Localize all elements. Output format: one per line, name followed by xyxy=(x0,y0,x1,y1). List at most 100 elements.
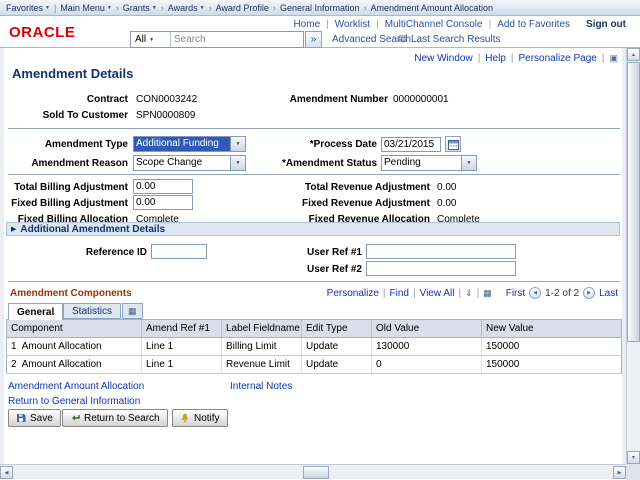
breadcrumb-separator: › xyxy=(208,2,212,13)
user-ref-1-input[interactable] xyxy=(366,244,516,259)
scroll-up-icon[interactable]: ▲ xyxy=(627,48,640,61)
cell-amend-ref: Line 1 xyxy=(142,356,222,373)
table-row: 2 Amount Allocation Line 1 Revenue Limit … xyxy=(6,356,622,374)
user-ref-2-input[interactable] xyxy=(366,261,516,276)
breadcrumb-main-menu[interactable]: Main Menu ▼ xyxy=(60,3,111,13)
amendment-reason-select[interactable]: Scope Change ▼ xyxy=(133,155,246,171)
amendment-status-select[interactable]: Pending ▼ xyxy=(381,155,477,171)
breadcrumb-awards[interactable]: Awards ▼ xyxy=(168,3,205,13)
button-label: Notify xyxy=(194,412,220,424)
multichannel-console-link[interactable]: MultiChannel Console xyxy=(385,19,483,30)
amendment-status-selected-option: Pending xyxy=(384,157,421,168)
save-icon xyxy=(17,414,26,422)
breadcrumb-grants[interactable]: Grants ▼ xyxy=(123,3,157,13)
column-header-old-value[interactable]: Old Value xyxy=(372,320,482,337)
contract-label: Contract xyxy=(86,94,128,105)
action-separator: | xyxy=(601,53,605,64)
amendment-number-value: 0000000001 xyxy=(393,94,449,105)
additional-amendment-details-section[interactable]: ▶ Additional Amendment Details xyxy=(6,222,620,236)
scroll-left-icon[interactable]: ◀ xyxy=(0,466,13,479)
table-row: 1 Amount Allocation Line 1 Billing Limit … xyxy=(6,338,622,356)
find-link[interactable]: Find xyxy=(390,288,409,299)
total-billing-adjustment-label: Total Billing Adjustment xyxy=(14,182,128,193)
notify-button[interactable]: Notify xyxy=(172,409,228,427)
fixed-billing-adjustment-input[interactable] xyxy=(133,195,193,210)
page-title: Amendment Details xyxy=(12,66,134,81)
breadcrumb-general-information[interactable]: General Information xyxy=(280,3,360,13)
divider xyxy=(8,281,620,282)
search-input[interactable] xyxy=(171,32,303,47)
column-header-label-fieldname[interactable]: Label Fieldname xyxy=(222,320,302,337)
tab-label: Statistics xyxy=(72,305,113,317)
last-link[interactable]: Last xyxy=(599,288,618,299)
cell-component: 1 Amount Allocation xyxy=(7,338,142,355)
add-to-favorites-link[interactable]: Add to Favorites xyxy=(497,19,570,30)
oracle-logo: ORACLE xyxy=(9,24,76,41)
internal-notes-link[interactable]: Internal Notes xyxy=(230,381,292,392)
breadcrumb-award-profile[interactable]: Award Profile xyxy=(216,3,269,13)
cell-amend-ref: Line 1 xyxy=(142,338,222,355)
column-header-component[interactable]: Component xyxy=(7,320,142,337)
header-nav: Home | Worklist | MultiChannel Console |… xyxy=(293,19,626,30)
tab-statistics[interactable]: Statistics xyxy=(63,303,122,319)
worklist-link[interactable]: Worklist xyxy=(335,19,370,30)
personalize-link[interactable]: Personalize xyxy=(327,288,379,299)
horizontal-scrollbar[interactable]: ◀ ▶ xyxy=(0,464,626,479)
document-icon: ▤ xyxy=(398,33,407,43)
cell-component: 2 Amount Allocation xyxy=(7,356,142,373)
tab-label: General xyxy=(17,306,55,318)
cell-label-fieldname: Billing Limit xyxy=(222,338,302,355)
return-to-search-button[interactable]: Return to Search xyxy=(62,409,168,427)
personalize-page-link[interactable]: Personalize Page xyxy=(518,53,596,64)
horizontal-scroll-thumb[interactable] xyxy=(303,466,329,479)
home-link[interactable]: Home xyxy=(293,19,320,30)
amendment-status-label: *Amendment Status xyxy=(281,158,377,169)
download-icon[interactable]: ⇓ xyxy=(465,288,473,299)
tab-general[interactable]: General xyxy=(8,303,64,320)
breadcrumb-label: Grants xyxy=(122,2,150,13)
new-window-link[interactable]: New Window xyxy=(414,53,472,64)
user-ref-1-label: User Ref #1 xyxy=(306,247,362,258)
total-billing-adjustment-input[interactable] xyxy=(133,179,193,194)
column-header-new-value[interactable]: New Value xyxy=(482,320,621,337)
last-search-results-link[interactable]: Last Search Results xyxy=(411,34,501,45)
first-link[interactable]: First xyxy=(506,288,525,299)
vertical-scrollbar[interactable]: ▲ ▼ xyxy=(626,48,640,464)
search-button[interactable]: » xyxy=(305,31,322,48)
breadcrumb-separator: › xyxy=(115,2,119,13)
previous-page-icon[interactable]: ◀ xyxy=(529,287,542,299)
calendar-icon[interactable] xyxy=(445,136,461,152)
column-header-amend-ref[interactable]: Amend Ref #1 xyxy=(142,320,222,337)
chevron-down-icon: ▼ xyxy=(45,4,50,11)
column-header-edit-type[interactable]: Edit Type xyxy=(302,320,372,337)
return-to-general-information-link[interactable]: Return to General Information xyxy=(8,396,140,407)
breadcrumb-label: Favorites xyxy=(6,2,44,13)
tab-show-all-columns[interactable]: ▦ xyxy=(122,303,143,319)
sign-out-link[interactable]: Sign out xyxy=(586,19,626,30)
total-revenue-adjustment-value: 0.00 xyxy=(437,182,457,193)
breadcrumb-favorites[interactable]: Favorites ▼ xyxy=(6,3,50,13)
fixed-billing-adjustment-label: Fixed Billing Adjustment xyxy=(11,198,128,209)
toolbar-separator: | xyxy=(476,287,480,299)
next-page-icon[interactable]: ▶ xyxy=(583,287,596,299)
copy-url-icon[interactable]: ▣ xyxy=(609,53,618,64)
breadcrumb-label: Amendment Amount Allocation xyxy=(370,2,494,13)
toolbar-separator: | xyxy=(412,287,416,299)
process-date-input[interactable] xyxy=(381,137,441,152)
view-all-link[interactable]: View All xyxy=(420,288,455,299)
vertical-scroll-thumb[interactable] xyxy=(627,62,640,342)
breadcrumb-separator: › xyxy=(363,2,367,13)
component-name: Amount Allocation xyxy=(21,359,102,370)
save-button[interactable]: Save xyxy=(8,409,61,427)
scroll-right-icon[interactable]: ▶ xyxy=(613,466,626,479)
reference-id-input[interactable] xyxy=(151,244,207,259)
search-scope-select[interactable]: All ▼ xyxy=(131,32,171,47)
scroll-down-icon[interactable]: ▼ xyxy=(627,451,640,464)
zoom-grid-icon[interactable]: ▦ xyxy=(483,288,492,299)
dropdown-button: ▼ xyxy=(230,156,245,170)
chevron-down-icon: ▼ xyxy=(106,4,112,11)
amendment-amount-allocation-link[interactable]: Amendment Amount Allocation xyxy=(8,381,144,392)
action-separator: | xyxy=(510,53,514,64)
help-link[interactable]: Help xyxy=(485,53,506,64)
amendment-type-select[interactable]: Additional Funding ▼ xyxy=(133,136,246,152)
